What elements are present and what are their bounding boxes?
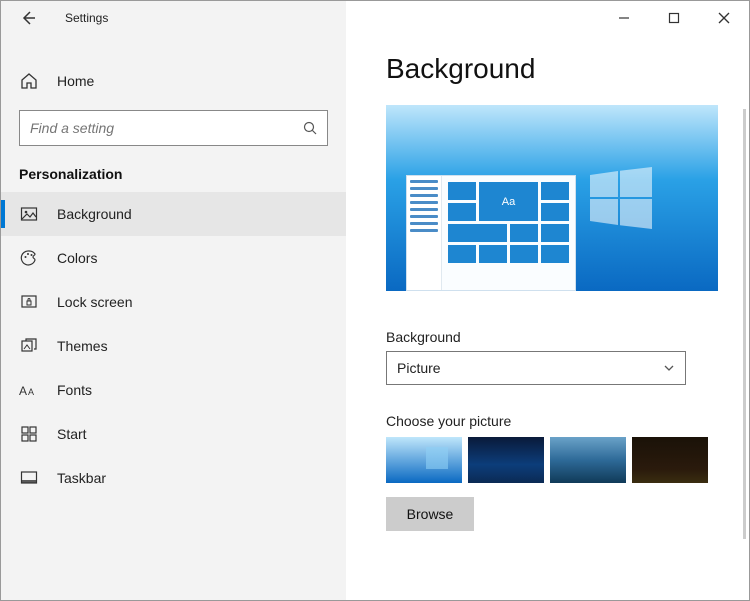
- scrollbar[interactable]: [743, 109, 746, 539]
- background-preview: Aa: [386, 105, 718, 291]
- picture-icon: [19, 205, 39, 223]
- picture-thumbnail[interactable]: [632, 437, 708, 483]
- picture-thumbnail[interactable]: [468, 437, 544, 483]
- settings-window: Settings Home Personalization Background: [0, 0, 750, 601]
- search-box[interactable]: [19, 110, 328, 146]
- choose-picture-label: Choose your picture: [386, 413, 749, 429]
- svg-text:A: A: [19, 384, 27, 398]
- nav-label: Background: [57, 206, 132, 222]
- nav-item-background[interactable]: Background: [1, 192, 346, 236]
- search-input[interactable]: [30, 120, 303, 136]
- nav-list: Background Colors Lock screen Themes: [1, 192, 346, 500]
- maximize-button[interactable]: [659, 7, 689, 29]
- sidebar: Settings Home Personalization Background: [1, 1, 346, 600]
- app-title: Settings: [65, 11, 108, 25]
- palette-icon: [19, 249, 39, 267]
- page-title: Background: [386, 53, 749, 85]
- preview-mock-sidebar: [407, 176, 442, 290]
- titlebar: Settings: [1, 1, 346, 35]
- window-controls: [609, 7, 739, 29]
- main-content: Background Aa: [346, 1, 749, 600]
- windows-logo-icon: [590, 167, 652, 229]
- nav-item-lock-screen[interactable]: Lock screen: [1, 280, 346, 324]
- home-icon: [19, 72, 39, 90]
- browse-button[interactable]: Browse: [386, 497, 474, 531]
- preview-mock-window: Aa: [406, 175, 576, 291]
- picture-thumbnails: [386, 437, 749, 483]
- search-icon: [303, 121, 317, 135]
- back-arrow-icon[interactable]: [19, 9, 37, 27]
- svg-text:A: A: [28, 387, 34, 397]
- nav-label: Taskbar: [57, 470, 106, 486]
- picture-thumbnail[interactable]: [550, 437, 626, 483]
- lock-screen-icon: [19, 293, 39, 311]
- start-icon: [19, 425, 39, 443]
- preview-mock-tiles: Aa: [442, 176, 575, 290]
- nav-item-start[interactable]: Start: [1, 412, 346, 456]
- nav-item-colors[interactable]: Colors: [1, 236, 346, 280]
- home-nav-item[interactable]: Home: [1, 61, 346, 101]
- fonts-icon: AA: [19, 381, 39, 399]
- nav-label: Start: [57, 426, 87, 442]
- background-dropdown-label: Background: [386, 329, 749, 345]
- nav-label: Lock screen: [57, 294, 132, 310]
- nav-item-fonts[interactable]: AA Fonts: [1, 368, 346, 412]
- nav-item-taskbar[interactable]: Taskbar: [1, 456, 346, 500]
- taskbar-icon: [19, 469, 39, 487]
- home-label: Home: [57, 73, 94, 89]
- chevron-down-icon: [663, 362, 675, 374]
- nav-item-themes[interactable]: Themes: [1, 324, 346, 368]
- close-button[interactable]: [709, 7, 739, 29]
- background-dropdown-value: Picture: [397, 360, 441, 376]
- background-dropdown[interactable]: Picture: [386, 351, 686, 385]
- preview-sample-text: Aa: [479, 182, 538, 221]
- minimize-button[interactable]: [609, 7, 639, 29]
- section-title: Personalization: [19, 166, 346, 182]
- nav-label: Colors: [57, 250, 97, 266]
- themes-icon: [19, 337, 39, 355]
- nav-label: Themes: [57, 338, 108, 354]
- picture-thumbnail[interactable]: [386, 437, 462, 483]
- nav-label: Fonts: [57, 382, 92, 398]
